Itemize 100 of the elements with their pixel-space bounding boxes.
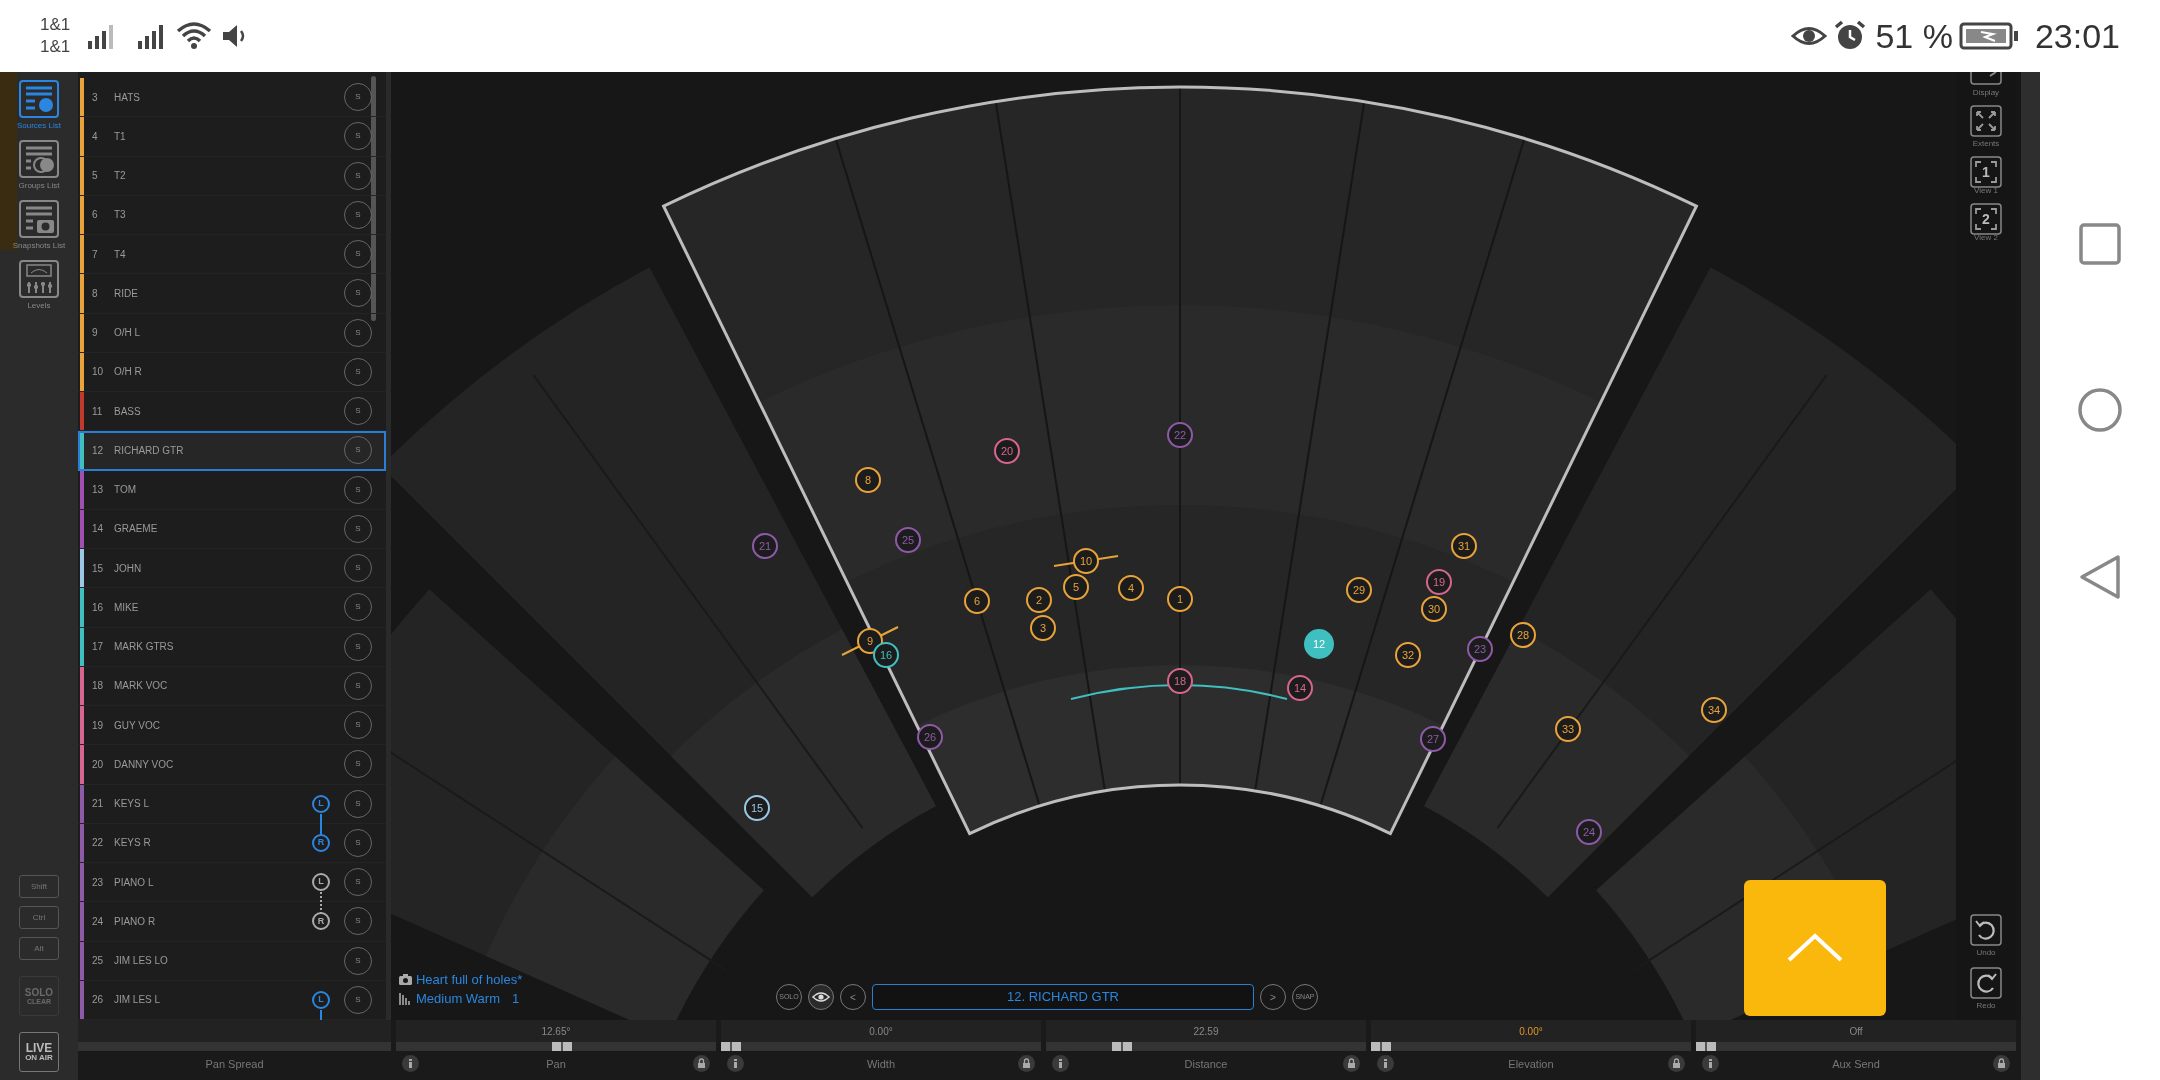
source-row[interactable]: 21 KEYS L L S <box>78 784 386 824</box>
view-tool-button[interactable]: Display <box>1956 72 2016 99</box>
source-row[interactable]: 3 HATS S <box>78 78 386 118</box>
slider-thumb[interactable] <box>1371 1042 1391 1051</box>
info-icon[interactable] <box>1052 1055 1069 1072</box>
source-number: 12 <box>91 443 105 458</box>
source-row[interactable]: 10 O/H R S <box>78 352 386 392</box>
lock-icon[interactable] <box>1993 1055 2010 1072</box>
source-number: 26 <box>91 993 105 1008</box>
slider-track[interactable] <box>78 1042 391 1051</box>
parameter-value[interactable]: 0.00° <box>721 1020 1041 1042</box>
battery-percent: 51 % <box>1875 15 1953 57</box>
view-tab[interactable]: Sources List <box>7 80 71 132</box>
source-name: PIANO L <box>114 875 155 890</box>
parameter-value[interactable]: 0.00° <box>1371 1020 1691 1042</box>
info-icon[interactable] <box>402 1055 419 1072</box>
overview-button[interactable] <box>2078 222 2122 267</box>
back-button[interactable] <box>2078 553 2122 600</box>
live-button[interactable]: LIVE ON AIR <box>19 1032 59 1072</box>
view-tab[interactable]: Snapshots List <box>7 200 71 252</box>
slider-thumb[interactable] <box>1696 1042 1716 1051</box>
view-tool-button[interactable]: Extents <box>1956 105 2016 150</box>
parameter-value[interactable]: 22.59 <box>1046 1020 1366 1042</box>
source-node[interactable]: 26 <box>917 724 943 750</box>
source-row[interactable]: 19 GUY VOC S <box>78 706 386 746</box>
info-icon[interactable] <box>727 1055 744 1072</box>
snapshot-name[interactable]: Heart full of holes* <box>416 970 523 989</box>
source-row[interactable]: 17 MARK GTRS S <box>78 627 386 667</box>
source-row[interactable]: 8 RIDE S <box>78 274 386 314</box>
source-row[interactable]: 18 MARK VOC S <box>78 666 386 706</box>
slider-track[interactable] <box>1371 1042 1691 1051</box>
source-name: JIM LES L <box>114 993 162 1008</box>
link-badge[interactable]: R <box>312 912 330 931</box>
info-icon[interactable] <box>1377 1055 1394 1072</box>
redo-button[interactable]: Redo <box>1956 967 2016 1012</box>
undo-icon <box>1970 914 2002 946</box>
info-icon[interactable] <box>1702 1055 1719 1072</box>
source-row[interactable]: 14 GRAEME S <box>78 509 386 549</box>
link-badge[interactable]: L <box>312 873 330 892</box>
source-row[interactable]: 15 JOHN S <box>78 549 386 589</box>
slider-track[interactable] <box>396 1042 716 1051</box>
source-row[interactable]: 12 RICHARD GTR S <box>78 431 386 471</box>
source-row[interactable]: 7 T4 S <box>78 235 386 275</box>
home-button[interactable] <box>2077 387 2123 433</box>
redo-icon <box>1970 967 2002 999</box>
source-name: JIM LES LO <box>114 954 169 969</box>
slider-thumb[interactable] <box>552 1042 572 1051</box>
width-line <box>1053 555 1119 567</box>
slider-track[interactable] <box>1046 1042 1366 1051</box>
modifier-key[interactable]: Ctrl <box>19 906 59 929</box>
source-row[interactable]: 4 T1 S <box>78 117 386 157</box>
source-name: T3 <box>114 208 127 223</box>
lock-icon[interactable] <box>1668 1055 1685 1072</box>
slider-thumb[interactable] <box>721 1042 741 1051</box>
view-tab[interactable]: Groups List <box>7 140 71 192</box>
parameter-label: Width <box>866 1056 896 1072</box>
undo-button[interactable]: Undo <box>1956 914 2016 959</box>
link-badge[interactable]: L <box>312 794 330 813</box>
source-row[interactable]: 5 T2 S <box>78 156 386 196</box>
source-row[interactable]: 20 DANNY VOC S <box>78 745 386 785</box>
view-tab[interactable]: Levels <box>7 260 71 312</box>
source-name: GUY VOC <box>114 718 161 733</box>
lock-icon[interactable] <box>1018 1055 1035 1072</box>
source-name: RICHARD GTR <box>114 443 185 458</box>
modifier-key[interactable]: Shift <box>19 875 59 898</box>
source-node[interactable]: 16 <box>873 642 899 668</box>
source-row[interactable]: 13 TOM S <box>78 470 386 510</box>
lock-icon[interactable] <box>693 1055 710 1072</box>
preset-name[interactable]: Medium Warm <box>416 989 500 1008</box>
view-tool-button[interactable]: 2 View 2 <box>1956 203 2016 244</box>
link-badge[interactable]: R <box>312 833 330 852</box>
link-badge[interactable]: L <box>312 990 330 1009</box>
modifier-key[interactable]: Alt <box>19 937 59 960</box>
source-name: T2 <box>114 169 127 184</box>
lock-icon[interactable] <box>1343 1055 1360 1072</box>
source-row[interactable]: 23 PIANO L L S <box>78 863 386 903</box>
source-number: 20 <box>91 757 105 772</box>
source-row[interactable]: 6 T3 S <box>78 195 386 235</box>
scrollbar[interactable] <box>371 76 376 321</box>
slider-track[interactable] <box>1696 1042 2016 1051</box>
source-row[interactable]: 24 PIANO R R S <box>78 902 386 942</box>
source-row[interactable]: 9 O/H L S <box>78 313 386 353</box>
carrier-name: 1&1 <box>40 36 71 58</box>
eye-button[interactable] <box>808 984 834 1010</box>
view-tool-button[interactable]: 1 View 1 <box>1956 156 2016 197</box>
slider-thumb[interactable] <box>1112 1042 1132 1051</box>
parameter-value[interactable]: 12.65° <box>396 1020 716 1042</box>
source-name: O/H L <box>114 326 142 341</box>
parameter-value[interactable]: Off <box>1696 1020 2016 1042</box>
source-name: RIDE <box>114 286 139 301</box>
source-name: KEYS L <box>114 797 150 812</box>
source-row[interactable]: 25 JIM LES LO S <box>78 941 386 981</box>
source-row[interactable]: 22 KEYS R R S <box>78 823 386 863</box>
slider-track[interactable] <box>721 1042 1041 1051</box>
source-row[interactable]: 16 MIKE S <box>78 588 386 628</box>
source-node[interactable]: 28 <box>1510 622 1536 648</box>
source-selector-field[interactable]: 12. RICHARD GTR <box>872 984 1254 1010</box>
parameter-label: Elevation <box>1508 1056 1554 1072</box>
source-name: JOHN <box>114 561 143 576</box>
eye-icon <box>812 991 830 1003</box>
